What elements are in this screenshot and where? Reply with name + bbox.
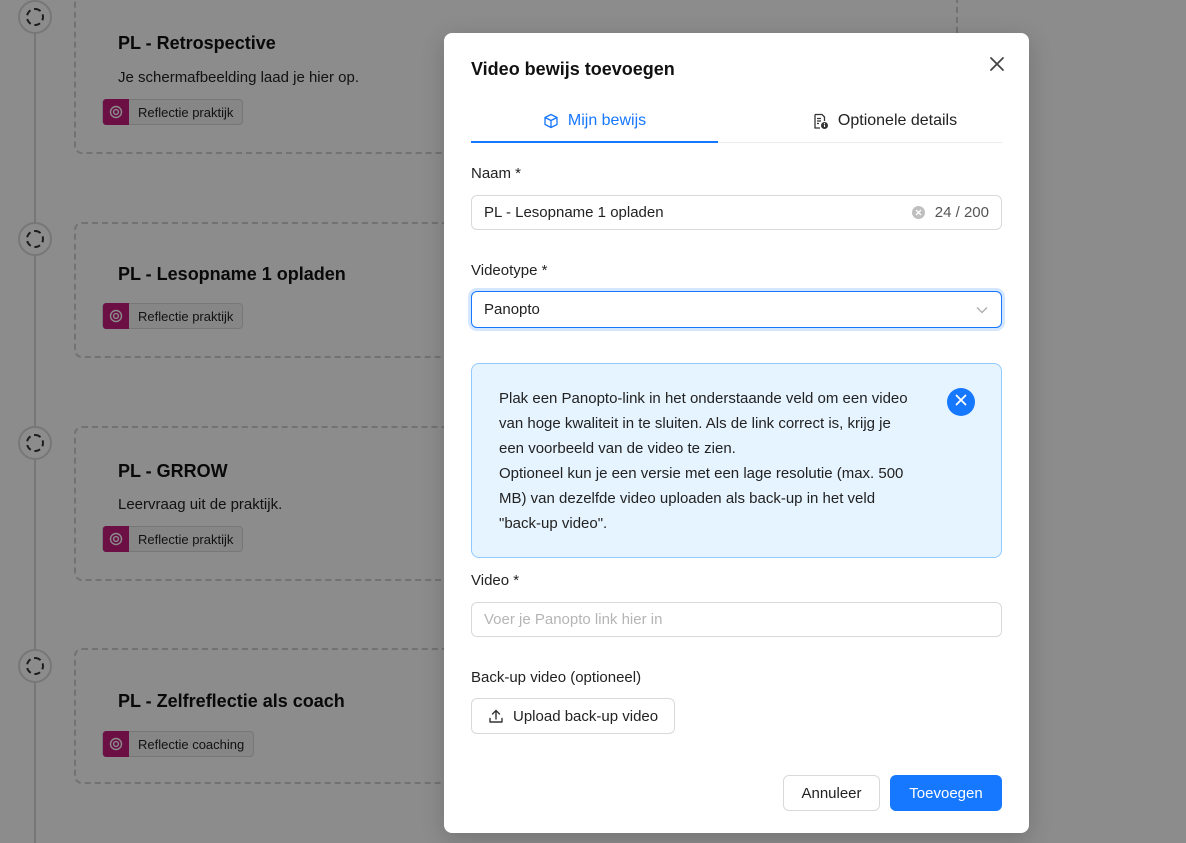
video-link-placeholder: Voer je Panopto link hier in (484, 611, 663, 628)
info-alert-text: Plak een Panopto-link in het onderstaand… (499, 386, 931, 536)
info-alert-line: "back-up video". (499, 515, 608, 532)
videotype-field-label: Videotype * (471, 262, 548, 279)
close-icon (989, 56, 1005, 77)
cube-icon (543, 113, 559, 129)
video-link-input[interactable]: Voer je Panopto link hier in (471, 602, 1002, 637)
character-count: 24 / 200 (934, 204, 989, 221)
info-alert-line: van hoge kwaliteit in te sluiten. Als de… (499, 415, 891, 432)
submit-button[interactable]: Toevoegen (890, 775, 1002, 811)
info-alert: Plak een Panopto-link in het onderstaand… (471, 363, 1002, 558)
chevron-down-icon (975, 306, 989, 314)
modal-tabs: Mijn bewijs Optionele details (471, 99, 1002, 143)
upload-backup-button[interactable]: Upload back-up video (471, 698, 676, 734)
document-info-icon (812, 113, 829, 130)
tab-label: Mijn bewijs (567, 112, 647, 129)
upload-backup-label: Upload back-up video (513, 707, 659, 725)
info-alert-line: Plak een Panopto-link in het onderstaand… (499, 390, 908, 407)
name-field-label: Naam * (471, 165, 522, 182)
info-alert-line: MB) van dezelfde video uploaden als back… (499, 490, 876, 507)
videotype-select[interactable]: Panopto (471, 291, 1002, 328)
backup-field-label: Back-up video (optioneel) (471, 669, 642, 686)
clear-icon[interactable] (911, 206, 925, 219)
upload-icon (488, 708, 504, 724)
name-input-value: PL - Lesopname 1 opladen (484, 204, 664, 221)
info-alert-line: Optioneel kun je een versie met een lage… (499, 465, 904, 482)
name-input[interactable]: PL - Lesopname 1 opladen 24 / 200 (471, 195, 1002, 230)
tab-optionele-details[interactable]: Optionele details (767, 99, 1002, 143)
alert-close-button[interactable] (947, 388, 975, 416)
info-alert-line: een voorbeeld van de video te zien. (499, 440, 736, 457)
tab-label: Optionele details (837, 112, 958, 129)
close-icon (955, 393, 967, 411)
modal-title: Video bewijs toevoegen (471, 59, 675, 79)
video-field-label: Video * (471, 572, 520, 589)
close-button[interactable] (984, 53, 1010, 79)
videotype-select-value: Panopto (484, 301, 540, 318)
tab-mijn-bewijs[interactable]: Mijn bewijs (471, 99, 718, 143)
cancel-button[interactable]: Annuleer (783, 775, 880, 811)
active-tab-indicator (471, 141, 718, 143)
add-video-evidence-modal: Video bewijs toevoegen Mijn bewijs Optio… (444, 33, 1029, 833)
